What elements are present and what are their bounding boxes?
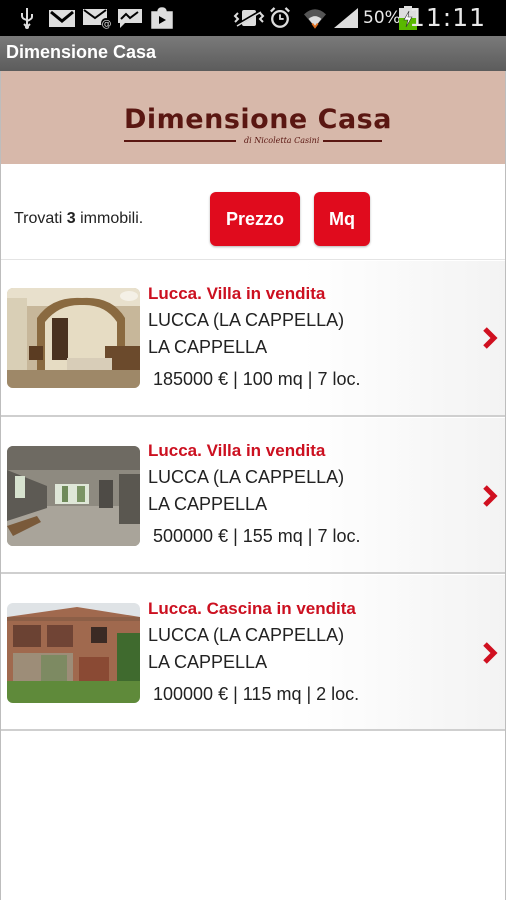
messaging-icon [118,9,142,28]
mail-at-icon: @ [83,9,112,29]
clock: 11:11 [408,3,486,32]
usb-icon [21,8,33,29]
listing-area: LA CAPPELLA [148,494,268,514]
chevron-right-icon[interactable] [481,484,499,508]
listing-photo [7,603,140,703]
listing-details: 500000 € | 155 mq | 7 loc. [153,526,361,546]
listing-title: Lucca. Villa in vendita [148,284,326,303]
alarm-icon [270,7,290,28]
left-edge [0,71,1,900]
status-bar: @ 50% 11:11 [0,0,506,36]
app-title: Dimensione Casa [6,42,157,62]
listing-location: LUCCA (LA CAPPELLA) [148,625,345,645]
listing-area: LA CAPPELLA [148,652,268,672]
chevron-right-icon[interactable] [481,326,499,350]
action-bar: Dimensione Casa [0,36,506,71]
wifi-icon [304,9,326,29]
sort-price-button[interactable]: Prezzo [210,192,300,246]
listing-details: 100000 € | 115 mq | 2 loc. [153,684,360,704]
battery-percent: 50% [363,8,401,28]
vibrate-icon [233,9,265,27]
logo-underline-right [318,140,382,142]
listing-title: Lucca. Cascina in vendita [148,599,356,618]
listing-photo [7,446,140,546]
gmail-icon [49,10,75,27]
listing-details: 185000 € | 100 mq | 7 loc. [153,369,361,389]
sort-mq-button[interactable]: Mq [314,192,370,246]
chevron-right-icon[interactable] [481,641,499,665]
listing-area: LA CAPPELLA [148,337,268,357]
listing-photo [7,288,140,388]
listing-title: Lucca. Villa in vendita [148,441,326,460]
logo-subtitle: di Nicoletta Casini [240,136,324,145]
signal-icon [334,8,358,28]
svg-text:@: @ [102,19,112,29]
play-store-icon [151,7,173,29]
logo-underline-left [124,140,236,142]
listing-location: LUCCA (LA CAPPELLA) [148,310,345,330]
listing-location: LUCCA (LA CAPPELLA) [148,467,345,487]
results-count-number: 3 [66,210,76,227]
results-count: Trovati 3 immobili. [14,210,144,227]
logo-wordmark: Dimensione Casa [124,104,392,135]
